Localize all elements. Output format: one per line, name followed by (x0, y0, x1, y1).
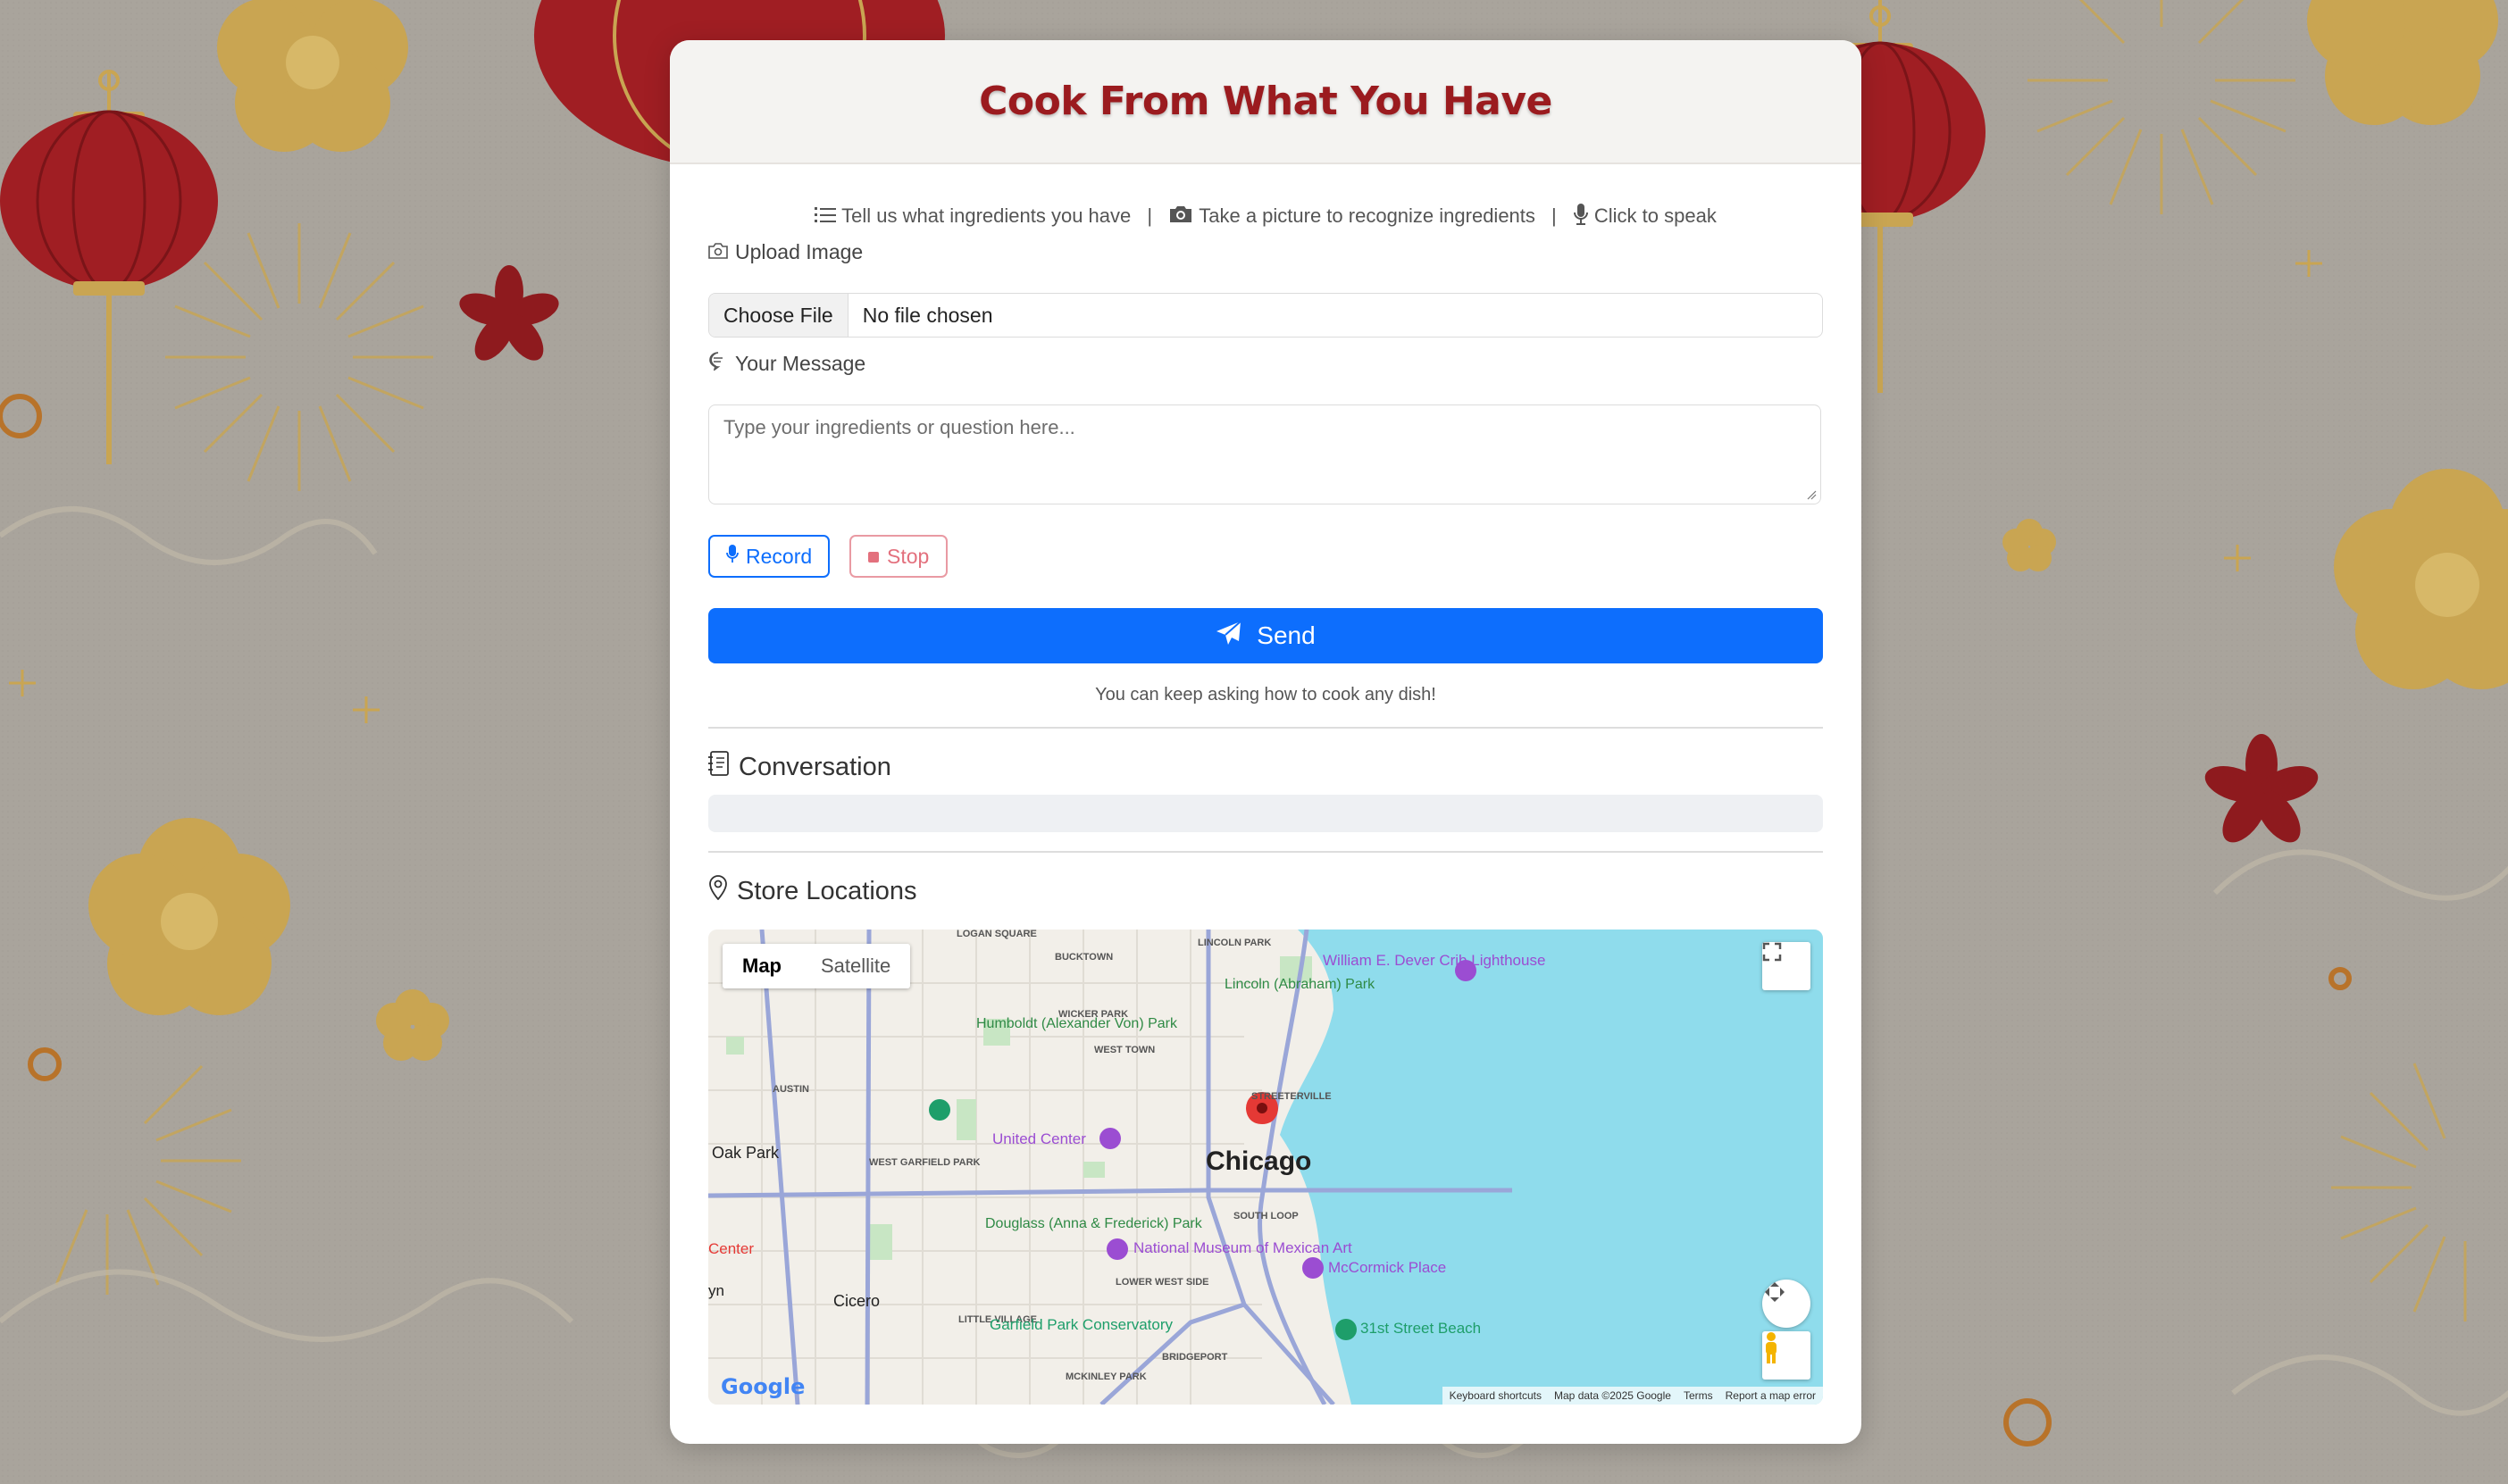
map-poi-label: United Center (992, 1130, 1086, 1147)
choose-file-button[interactable]: Choose File (709, 294, 849, 337)
google-logo: Google (721, 1374, 806, 1399)
map-poi-label: McCormick Place (1328, 1259, 1446, 1276)
conversation-panel (708, 795, 1823, 832)
send-button[interactable]: Send (708, 608, 1823, 663)
stop-icon (867, 545, 880, 569)
terms-link[interactable]: Terms (1684, 1389, 1713, 1402)
journal-icon (708, 751, 730, 783)
hint-separator: | (1551, 204, 1557, 227)
keyboard-shortcuts-link[interactable]: Keyboard shortcuts (1450, 1389, 1542, 1402)
fullscreen-button[interactable] (1762, 942, 1810, 990)
map-type-map[interactable]: Map (723, 944, 801, 988)
input-hints: Tell us what ingredients you have | Take… (708, 203, 1823, 231)
map-type-satellite[interactable]: Satellite (801, 944, 910, 988)
message-label: Your Message (708, 351, 865, 376)
map-label-neighborhood: MCKINLEY PARK (1066, 1371, 1147, 1382)
map-label-neighborhood: BUCKTOWN (1055, 952, 1113, 963)
camera-icon (708, 240, 728, 264)
divider (708, 727, 1823, 729)
map-data-credit: Map data ©2025 Google (1554, 1389, 1671, 1402)
map-label-neighborhood: AUSTIN (773, 1084, 809, 1095)
file-status: No file chosen (862, 303, 993, 327)
microphone-icon (1573, 203, 1589, 231)
card-header: Cook From What You Have (670, 40, 1861, 164)
hint-camera: Take a picture to recognize ingredients (1199, 204, 1535, 227)
hint-ingredients: Tell us what ingredients you have (841, 204, 1132, 227)
microphone-icon (726, 544, 739, 569)
stop-button[interactable]: Stop (849, 535, 948, 578)
map-label-neighborhood: LOGAN SQUARE (957, 930, 1037, 939)
map-label-park: Lincoln (Abraham) Park (1225, 977, 1375, 992)
resize-handle[interactable] (1806, 489, 1817, 500)
camera-control-button[interactable] (1762, 1280, 1810, 1328)
map-pin-icon (708, 875, 728, 907)
store-map[interactable]: LOGAN SQUARE BUCKTOWN LINCOLN PARK WICKE… (708, 930, 1823, 1405)
chat-bubble-icon (708, 351, 728, 376)
record-button[interactable]: Record (708, 535, 830, 578)
map-label-neighborhood: STREETERVILLE (1251, 1091, 1332, 1102)
map-label-place: Cicero (833, 1292, 880, 1310)
camera-icon (1168, 204, 1193, 229)
map-poi-label: William E. Dever Crib Lighthouse (1323, 952, 1545, 969)
map-city-label: Chicago (1206, 1146, 1311, 1176)
message-placeholder: Type your ingredients or question here..… (723, 416, 1075, 438)
store-locations-heading: Store Locations (708, 875, 917, 907)
message-textarea[interactable]: Type your ingredients or question here..… (708, 404, 1821, 504)
map-label-neighborhood: LOWER WEST SIDE (1116, 1277, 1209, 1288)
map-edge-label: yn (708, 1282, 724, 1299)
map-poi-label: 31st Street Beach (1360, 1320, 1481, 1337)
page-title: Cook From What You Have (979, 79, 1552, 124)
map-poi-label: National Museum of Mexican Art (1133, 1239, 1352, 1256)
upload-label: Upload Image (708, 240, 863, 264)
map-edge-label: Center (708, 1240, 754, 1257)
map-attribution: Keyboard shortcuts Map data ©2025 Google… (1442, 1387, 1823, 1405)
report-error-link[interactable]: Report a map error (1726, 1389, 1816, 1402)
list-icon (815, 205, 837, 229)
helper-note: You can keep asking how to cook any dish… (1095, 685, 1436, 704)
map-poi-label: Garfield Park Conservatory (990, 1316, 1174, 1333)
street-view-pegman[interactable] (1762, 1331, 1810, 1380)
map-label-neighborhood: LINCOLN PARK (1198, 938, 1271, 948)
chat-card: Cook From What You Have Tell us what ing… (670, 40, 1861, 1444)
map-label-place: Oak Park (712, 1144, 780, 1162)
map-label-neighborhood: BRIDGEPORT (1162, 1352, 1228, 1363)
map-label-park: Humboldt (Alexander Von) Park (976, 1016, 1178, 1031)
map-tiles[interactable]: LOGAN SQUARE BUCKTOWN LINCOLN PARK WICKE… (708, 930, 1823, 1405)
divider (708, 851, 1823, 853)
map-type-control[interactable]: Map Satellite (723, 944, 911, 988)
map-label-park: Douglass (Anna & Frederick) Park (985, 1216, 1203, 1231)
paper-plane-icon (1216, 620, 1242, 652)
map-label-neighborhood: SOUTH LOOP (1233, 1211, 1299, 1221)
hint-separator: | (1147, 204, 1153, 227)
conversation-heading: Conversation (708, 751, 891, 783)
map-label-neighborhood: WEST TOWN (1094, 1045, 1155, 1055)
file-input[interactable]: Choose File No file chosen (708, 293, 1823, 338)
hint-speak: Click to speak (1593, 204, 1717, 227)
map-label-neighborhood: WEST GARFIELD PARK (869, 1157, 981, 1168)
